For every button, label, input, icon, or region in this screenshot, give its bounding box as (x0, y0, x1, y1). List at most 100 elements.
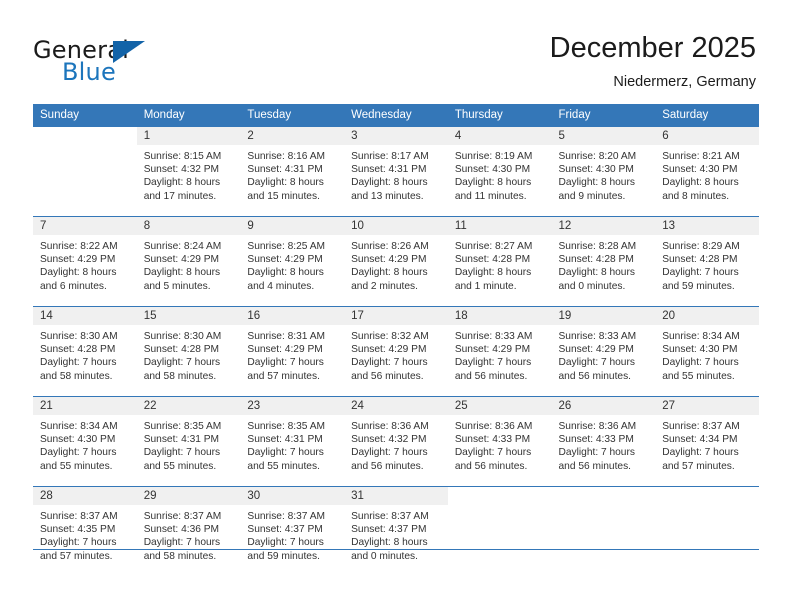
calendar-day-cell[interactable]: 20 Sunrise: 8:34 AM Sunset: 4:30 PM Dayligh… (655, 306, 759, 397)
sunrise-line: Sunrise: 8:25 AM (247, 241, 325, 252)
calendar-day-cell[interactable]: 24 Sunrise: 8:36 AM Sunset: 4:32 PM Dayligh… (344, 396, 448, 487)
daylight-line-2: and 56 minutes. (558, 370, 632, 382)
calendar-day-cell[interactable]: 22 Sunrise: 8:35 AM Sunset: 4:31 PM Dayligh… (136, 396, 241, 487)
calendar-day-cell[interactable]: 1 Sunrise: 8:15 AM Sunset: 4:32 PM Daylight… (136, 126, 241, 217)
page-title: December 2025 (549, 32, 756, 64)
sunset-line: Sunset: 4:31 PM (143, 434, 220, 446)
day-cell-inner: 23 Sunrise: 8:35 AM Sunset: 4:31 PM Dayligh… (240, 397, 345, 486)
sunrise-line: Sunrise: 8:20 AM (558, 151, 637, 162)
sunrise-line: Sunrise: 8:24 AM (143, 241, 222, 252)
daylight-line-2: and 56 minutes. (454, 460, 528, 472)
daylight-line-1: Daylight: 8 hours (40, 267, 117, 279)
day-number (551, 487, 656, 505)
sunset-line: Sunset: 4:30 PM (662, 164, 738, 176)
daylight-line-1: Daylight: 8 hours (662, 177, 739, 189)
daylight-line-1: Daylight: 8 hours (247, 177, 324, 189)
day-details: Sunrise: 8:35 AM Sunset: 4:31 PM Daylight:… (240, 415, 344, 473)
day-cell-inner: 16 Sunrise: 8:31 AM Sunset: 4:29 PM Dayligh… (240, 307, 345, 396)
calendar-day-cell[interactable]: 3 Sunrise: 8:17 AM Sunset: 4:31 PM Daylight… (344, 126, 448, 217)
day-cell-inner: 29 Sunrise: 8:37 AM Sunset: 4:36 PM Dayligh… (136, 487, 241, 576)
daylight-line-2: and 58 minutes. (143, 550, 217, 562)
calendar-day-cell[interactable]: 2 Sunrise: 8:16 AM Sunset: 4:31 PM Daylight… (240, 126, 345, 217)
sunrise-line: Sunrise: 8:21 AM (662, 151, 740, 162)
calendar-day-cell[interactable]: 7 Sunrise: 8:22 AM Sunset: 4:29 PM Daylight… (33, 216, 137, 307)
day-details: Sunrise: 8:37 AM Sunset: 4:36 PM Daylight:… (137, 505, 241, 563)
calendar-day-cell[interactable]: 23 Sunrise: 8:35 AM Sunset: 4:31 PM Dayligh… (240, 396, 345, 487)
calendar-day-cell[interactable]: 19 Sunrise: 8:33 AM Sunset: 4:29 PM Dayligh… (551, 306, 656, 397)
calendar-day-cell[interactable]: 18 Sunrise: 8:33 AM Sunset: 4:29 PM Dayligh… (447, 306, 552, 397)
calendar-day-cell[interactable]: 10 Sunrise: 8:26 AM Sunset: 4:29 PM Dayligh… (344, 216, 448, 307)
daylight-line-2: and 56 minutes. (351, 460, 424, 472)
calendar-day-cell[interactable]: 15 Sunrise: 8:30 AM Sunset: 4:28 PM Dayligh… (136, 306, 241, 397)
calendar-day-cell[interactable]: 16 Sunrise: 8:31 AM Sunset: 4:29 PM Dayligh… (240, 306, 345, 397)
day-cell-inner (655, 487, 759, 576)
daylight-line-1: Daylight: 7 hours (40, 357, 117, 369)
day-cell-inner: 30 Sunrise: 8:37 AM Sunset: 4:37 PM Dayligh… (240, 487, 345, 576)
calendar-day-cell[interactable]: 30 Sunrise: 8:37 AM Sunset: 4:37 PM Dayligh… (240, 486, 345, 576)
sunset-line: Sunset: 4:30 PM (454, 164, 531, 176)
calendar-day-cell[interactable]: 29 Sunrise: 8:37 AM Sunset: 4:36 PM Dayligh… (136, 486, 241, 576)
calendar-day-cell[interactable]: 5 Sunrise: 8:20 AM Sunset: 4:30 PM Daylight… (551, 126, 656, 217)
brand-logo[interactable]: General Blue (33, 36, 233, 88)
daylight-line-1: Daylight: 7 hours (143, 357, 221, 369)
daylight-line-1: Daylight: 7 hours (247, 447, 324, 459)
day-cell-inner: 28 Sunrise: 8:37 AM Sunset: 4:35 PM Dayligh… (33, 487, 137, 576)
daylight-line-2: and 57 minutes. (40, 550, 113, 562)
day-cell-inner: 9 Sunrise: 8:25 AM Sunset: 4:29 PM Daylight… (240, 217, 345, 306)
calendar-day-cell[interactable]: 4 Sunrise: 8:19 AM Sunset: 4:30 PM Daylight… (447, 126, 552, 217)
day-number: 12 (551, 217, 656, 235)
daylight-line-1: Daylight: 7 hours (662, 267, 739, 279)
daylight-line-1: Daylight: 8 hours (143, 267, 221, 279)
calendar-day-cell[interactable]: 31 Sunrise: 8:37 AM Sunset: 4:37 PM Dayligh… (344, 486, 448, 576)
day-number: 10 (344, 217, 448, 235)
calendar-day-cell[interactable]: 26 Sunrise: 8:36 AM Sunset: 4:33 PM Dayligh… (551, 396, 656, 487)
day-details: Sunrise: 8:19 AM Sunset: 4:30 PM Daylight:… (448, 145, 552, 203)
day-number: 21 (33, 397, 137, 415)
calendar-day-cell[interactable]: 25 Sunrise: 8:36 AM Sunset: 4:33 PM Dayligh… (447, 396, 552, 487)
calendar-body: 1 Sunrise: 8:15 AM Sunset: 4:32 PM Daylight… (33, 126, 759, 576)
day-number: 19 (551, 307, 656, 325)
day-cell-inner: 4 Sunrise: 8:19 AM Sunset: 4:30 PM Daylight… (447, 127, 552, 216)
daylight-line-1: Daylight: 7 hours (662, 447, 739, 459)
calendar-day-cell[interactable]: 8 Sunrise: 8:24 AM Sunset: 4:29 PM Daylight… (136, 216, 241, 307)
daylight-line-2: and 56 minutes. (558, 460, 632, 472)
sunset-line: Sunset: 4:36 PM (143, 524, 220, 536)
calendar-day-cell[interactable]: 17 Sunrise: 8:32 AM Sunset: 4:29 PM Dayligh… (344, 306, 448, 397)
daylight-line-1: Daylight: 8 hours (351, 537, 428, 549)
calendar-day-cell[interactable]: 14 Sunrise: 8:30 AM Sunset: 4:28 PM Dayligh… (33, 306, 137, 397)
day-number (447, 487, 552, 505)
day-number: 16 (240, 307, 345, 325)
weekday-header-monday: Monday (136, 104, 241, 127)
calendar-day-cell[interactable]: 27 Sunrise: 8:37 AM Sunset: 4:34 PM Dayligh… (655, 396, 759, 487)
calendar-day-cell[interactable]: 9 Sunrise: 8:25 AM Sunset: 4:29 PM Daylight… (240, 216, 345, 307)
sunrise-line: Sunrise: 8:31 AM (247, 331, 325, 342)
sunrise-line: Sunrise: 8:29 AM (662, 241, 740, 252)
sunset-line: Sunset: 4:28 PM (454, 254, 531, 266)
calendar-day-cell[interactable]: 21 Sunrise: 8:34 AM Sunset: 4:30 PM Dayligh… (33, 396, 137, 487)
day-details: Sunrise: 8:28 AM Sunset: 4:28 PM Daylight:… (552, 235, 656, 293)
title-block: December 2025 Niedermerz, Germany (550, 30, 756, 93)
day-number: 18 (447, 307, 552, 325)
day-details: Sunrise: 8:24 AM Sunset: 4:29 PM Daylight:… (137, 235, 241, 293)
day-details: Sunrise: 8:30 AM Sunset: 4:28 PM Daylight:… (137, 325, 241, 383)
sunset-line: Sunset: 4:31 PM (247, 434, 323, 446)
sunrise-line: Sunrise: 8:19 AM (454, 151, 533, 162)
day-number: 5 (551, 127, 656, 145)
day-number: 24 (344, 397, 448, 415)
daylight-line-2: and 58 minutes. (143, 370, 217, 382)
daylight-line-1: Daylight: 7 hours (247, 357, 324, 369)
weekday-header-sunday: Sunday (33, 104, 137, 127)
daylight-line-1: Daylight: 7 hours (454, 447, 532, 459)
calendar-day-cell[interactable]: 28 Sunrise: 8:37 AM Sunset: 4:35 PM Dayligh… (33, 486, 137, 576)
calendar-day-cell[interactable]: 11 Sunrise: 8:27 AM Sunset: 4:28 PM Dayligh… (447, 216, 552, 307)
daylight-line-2: and 55 minutes. (143, 460, 217, 472)
calendar-day-cell[interactable]: 12 Sunrise: 8:28 AM Sunset: 4:28 PM Dayligh… (551, 216, 656, 307)
daylight-line-2: and 59 minutes. (662, 280, 735, 292)
calendar-day-cell[interactable]: 6 Sunrise: 8:21 AM Sunset: 4:30 PM Daylight… (655, 126, 759, 217)
day-details: Sunrise: 8:34 AM Sunset: 4:30 PM Daylight:… (655, 325, 759, 383)
day-details: Sunrise: 8:33 AM Sunset: 4:29 PM Daylight:… (552, 325, 656, 383)
sunset-line: Sunset: 4:30 PM (558, 164, 634, 176)
daylight-line-1: Daylight: 7 hours (351, 447, 428, 459)
calendar-day-cell[interactable]: 13 Sunrise: 8:29 AM Sunset: 4:28 PM Dayligh… (655, 216, 759, 307)
day-cell-inner: 11 Sunrise: 8:27 AM Sunset: 4:28 PM Dayligh… (447, 217, 552, 306)
